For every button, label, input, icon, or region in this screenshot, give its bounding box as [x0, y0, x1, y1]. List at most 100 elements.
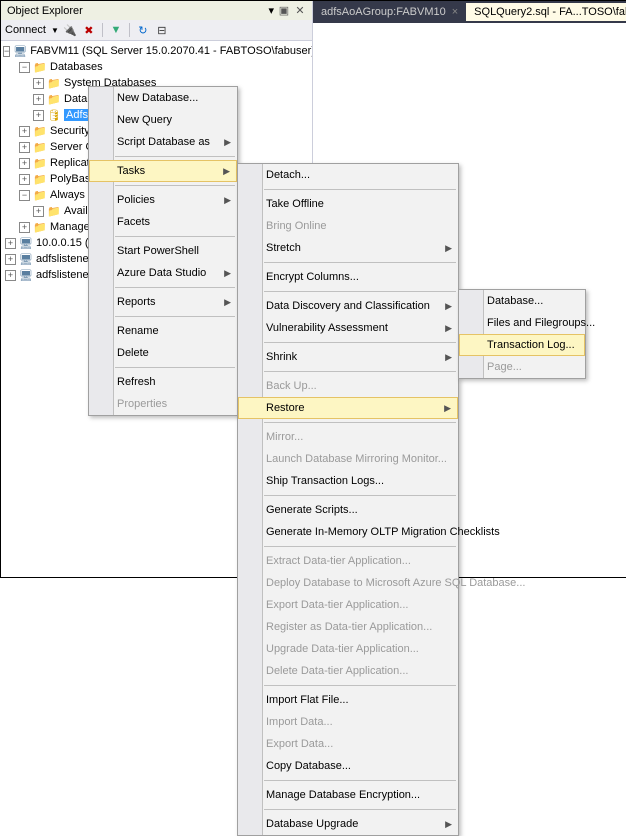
close-icon[interactable]: ✕ [294, 4, 306, 16]
menu-refresh[interactable]: Refresh [89, 371, 237, 393]
submenu-arrow-icon: ▶ [224, 137, 231, 148]
menu-script-database[interactable]: Script Database as▶ [89, 131, 237, 153]
menu-mirror: Mirror... [238, 426, 458, 448]
server-icon: 🖥 [19, 253, 33, 265]
tab-label: adfsAoAGroup:FABVM10 [321, 6, 446, 18]
menu-separator [264, 685, 456, 686]
menu-delete-datatier: Delete Data-tier Application... [238, 660, 458, 682]
menu-deploy-azure: Deploy Database to Microsoft Azure SQL D… [238, 572, 458, 594]
menu-bring-online: Bring Online [238, 215, 458, 237]
menu-rename[interactable]: Rename [89, 320, 237, 342]
menu-manage-encryption[interactable]: Manage Database Encryption... [238, 784, 458, 806]
menu-separator [264, 422, 456, 423]
menu-separator [264, 780, 456, 781]
pin-icon[interactable]: ▣ [278, 4, 290, 16]
menu-copy-database[interactable]: Copy Database... [238, 755, 458, 777]
menu-policies[interactable]: Policies▶ [89, 189, 237, 211]
folder-icon: 📁 [47, 93, 61, 105]
submenu-arrow-icon: ▶ [445, 819, 452, 830]
server-label: FABVM11 (SQL Server 15.0.2070.41 - FABTO… [30, 45, 312, 57]
menu-separator [264, 342, 456, 343]
connect-icon[interactable]: 🔌 [62, 22, 78, 38]
object-explorer-toolbar: Connect ▼ 🔌 ✖ ▼ ↻ ⊟ [1, 20, 312, 41]
refresh-icon[interactable]: ↻ [135, 22, 151, 38]
menu-separator [115, 367, 235, 368]
menu-encrypt-columns[interactable]: Encrypt Columns... [238, 266, 458, 288]
menu-separator [115, 185, 235, 186]
close-icon[interactable]: × [452, 6, 458, 18]
folder-icon: 📁 [33, 141, 47, 153]
panel-title-bar: Object Explorer ▾ ▣ ✕ [1, 1, 312, 20]
menu-stretch[interactable]: Stretch▶ [238, 237, 458, 259]
menu-import-flat-file[interactable]: Import Flat File... [238, 689, 458, 711]
menu-shrink[interactable]: Shrink▶ [238, 346, 458, 368]
tree-label: Security [50, 125, 90, 137]
database-icon: 🛢 [47, 109, 61, 121]
disconnect-icon[interactable]: ✖ [81, 22, 97, 38]
submenu-arrow-icon: ▶ [445, 301, 452, 312]
menu-restore[interactable]: Restore▶ [238, 397, 458, 419]
menu-separator [264, 371, 456, 372]
connect-label[interactable]: Connect [5, 24, 46, 36]
menu-separator [264, 262, 456, 263]
submenu-arrow-icon: ▶ [224, 195, 231, 206]
editor-tab-active[interactable]: SQLQuery2.sql - FA...TOSO\fabuser (80))× [466, 3, 626, 21]
menu-separator [115, 156, 235, 157]
dropdown-icon[interactable]: ▾ [268, 4, 274, 17]
context-menu-tasks: Detach... Take Offline Bring Online Stre… [237, 163, 459, 836]
submenu-arrow-icon: ▶ [444, 403, 451, 414]
menu-restore-files-filegroups[interactable]: Files and Filegroups... [459, 312, 585, 334]
menu-export-data: Export Data... [238, 733, 458, 755]
menu-azure-data-studio[interactable]: Azure Data Studio▶ [89, 262, 237, 284]
menu-reports[interactable]: Reports▶ [89, 291, 237, 313]
menu-extract-datatier: Extract Data-tier Application... [238, 550, 458, 572]
menu-take-offline[interactable]: Take Offline [238, 193, 458, 215]
stop-icon[interactable]: ⊟ [154, 22, 170, 38]
menu-restore-page: Page... [459, 356, 585, 378]
panel-title-text: Object Explorer [7, 5, 83, 17]
menu-generate-scripts[interactable]: Generate Scripts... [238, 499, 458, 521]
menu-vulnerability[interactable]: Vulnerability Assessment▶ [238, 317, 458, 339]
submenu-arrow-icon: ▶ [445, 243, 452, 254]
menu-database-upgrade[interactable]: Database Upgrade▶ [238, 813, 458, 835]
tree-label: Databases [50, 61, 103, 73]
menu-start-powershell[interactable]: Start PowerShell [89, 240, 237, 262]
tab-label: SQLQuery2.sql - FA...TOSO\fabuser (80)) [474, 6, 626, 18]
filter-icon[interactable]: ▼ [108, 22, 124, 38]
menu-generate-oltp[interactable]: Generate In-Memory OLTP Migration Checkl… [238, 521, 458, 543]
menu-launch-mirror-monitor: Launch Database Mirroring Monitor... [238, 448, 458, 470]
menu-tasks[interactable]: Tasks▶ [89, 160, 237, 182]
menu-separator [115, 287, 235, 288]
menu-detach[interactable]: Detach... [238, 164, 458, 186]
submenu-arrow-icon: ▶ [445, 323, 452, 334]
folder-icon: 📁 [33, 157, 47, 169]
dropdown-icon[interactable]: ▼ [51, 26, 59, 35]
menu-new-query[interactable]: New Query [89, 109, 237, 131]
databases-node[interactable]: −📁Databases [3, 59, 312, 75]
folder-icon: 📁 [33, 221, 47, 233]
folder-icon: 📁 [33, 173, 47, 185]
menu-restore-transaction-log[interactable]: Transaction Log... [459, 334, 585, 356]
menu-ship-transaction-logs[interactable]: Ship Transaction Logs... [238, 470, 458, 492]
menu-separator [264, 291, 456, 292]
menu-restore-database[interactable]: Database... [459, 290, 585, 312]
menu-backup: Back Up... [238, 375, 458, 397]
menu-separator [264, 189, 456, 190]
folder-icon: 📁 [33, 125, 47, 137]
server-icon: 🖥 [19, 269, 33, 281]
menu-register-datatier: Register as Data-tier Application... [238, 616, 458, 638]
menu-new-database[interactable]: New Database... [89, 87, 237, 109]
editor-tab[interactable]: adfsAoAGroup:FABVM10 × [313, 3, 466, 21]
folder-icon: 📁 [47, 205, 61, 217]
submenu-arrow-icon: ▶ [224, 268, 231, 279]
menu-separator [264, 495, 456, 496]
context-menu-database: New Database... New Query Script Databas… [88, 86, 238, 416]
menu-facets[interactable]: Facets [89, 211, 237, 233]
server-node[interactable]: −🖥FABVM11 (SQL Server 15.0.2070.41 - FAB… [3, 43, 312, 59]
menu-separator [264, 546, 456, 547]
menu-data-discovery[interactable]: Data Discovery and Classification▶ [238, 295, 458, 317]
server-icon: 🖥 [13, 45, 27, 57]
editor-tabs: adfsAoAGroup:FABVM10 × SQLQuery2.sql - FA… [313, 1, 626, 23]
context-menu-restore: Database... Files and Filegroups... Tran… [458, 289, 586, 379]
menu-delete[interactable]: Delete [89, 342, 237, 364]
